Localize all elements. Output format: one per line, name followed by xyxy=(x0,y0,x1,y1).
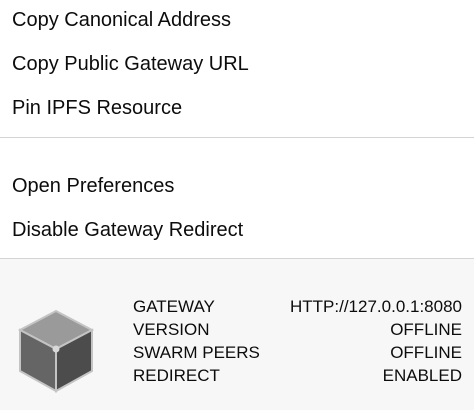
gateway-value: HTTP://127.0.0.1:8080 xyxy=(290,297,462,316)
ipfs-cube-icon xyxy=(17,309,95,393)
copy-canonical-address-item[interactable]: Copy Canonical Address xyxy=(0,0,474,42)
copy-public-gateway-url-item[interactable]: Copy Public Gateway URL xyxy=(0,42,474,86)
pin-ipfs-resource-item[interactable]: Pin IPFS Resource xyxy=(0,86,474,130)
redirect-label: REDIRECT xyxy=(133,366,220,385)
version-value: OFFLINE xyxy=(390,320,462,339)
gateway-label: GATEWAY xyxy=(133,297,215,316)
menu-group-actions: Copy Canonical Address Copy Public Gatew… xyxy=(0,0,474,138)
swarm-peers-value: OFFLINE xyxy=(390,343,462,362)
menu-group-settings: Open Preferences Disable Gateway Redirec… xyxy=(0,138,474,259)
disable-gateway-redirect-item[interactable]: Disable Gateway Redirect xyxy=(0,208,474,252)
swarm-peers-label: SWARM PEERS xyxy=(133,343,260,362)
open-preferences-item[interactable]: Open Preferences xyxy=(0,164,474,208)
status-panel: GATEWAY HTTP://127.0.0.1:8080 VERSION OF… xyxy=(0,259,474,410)
redirect-value: ENABLED xyxy=(382,366,462,385)
version-label: VERSION xyxy=(133,320,210,339)
